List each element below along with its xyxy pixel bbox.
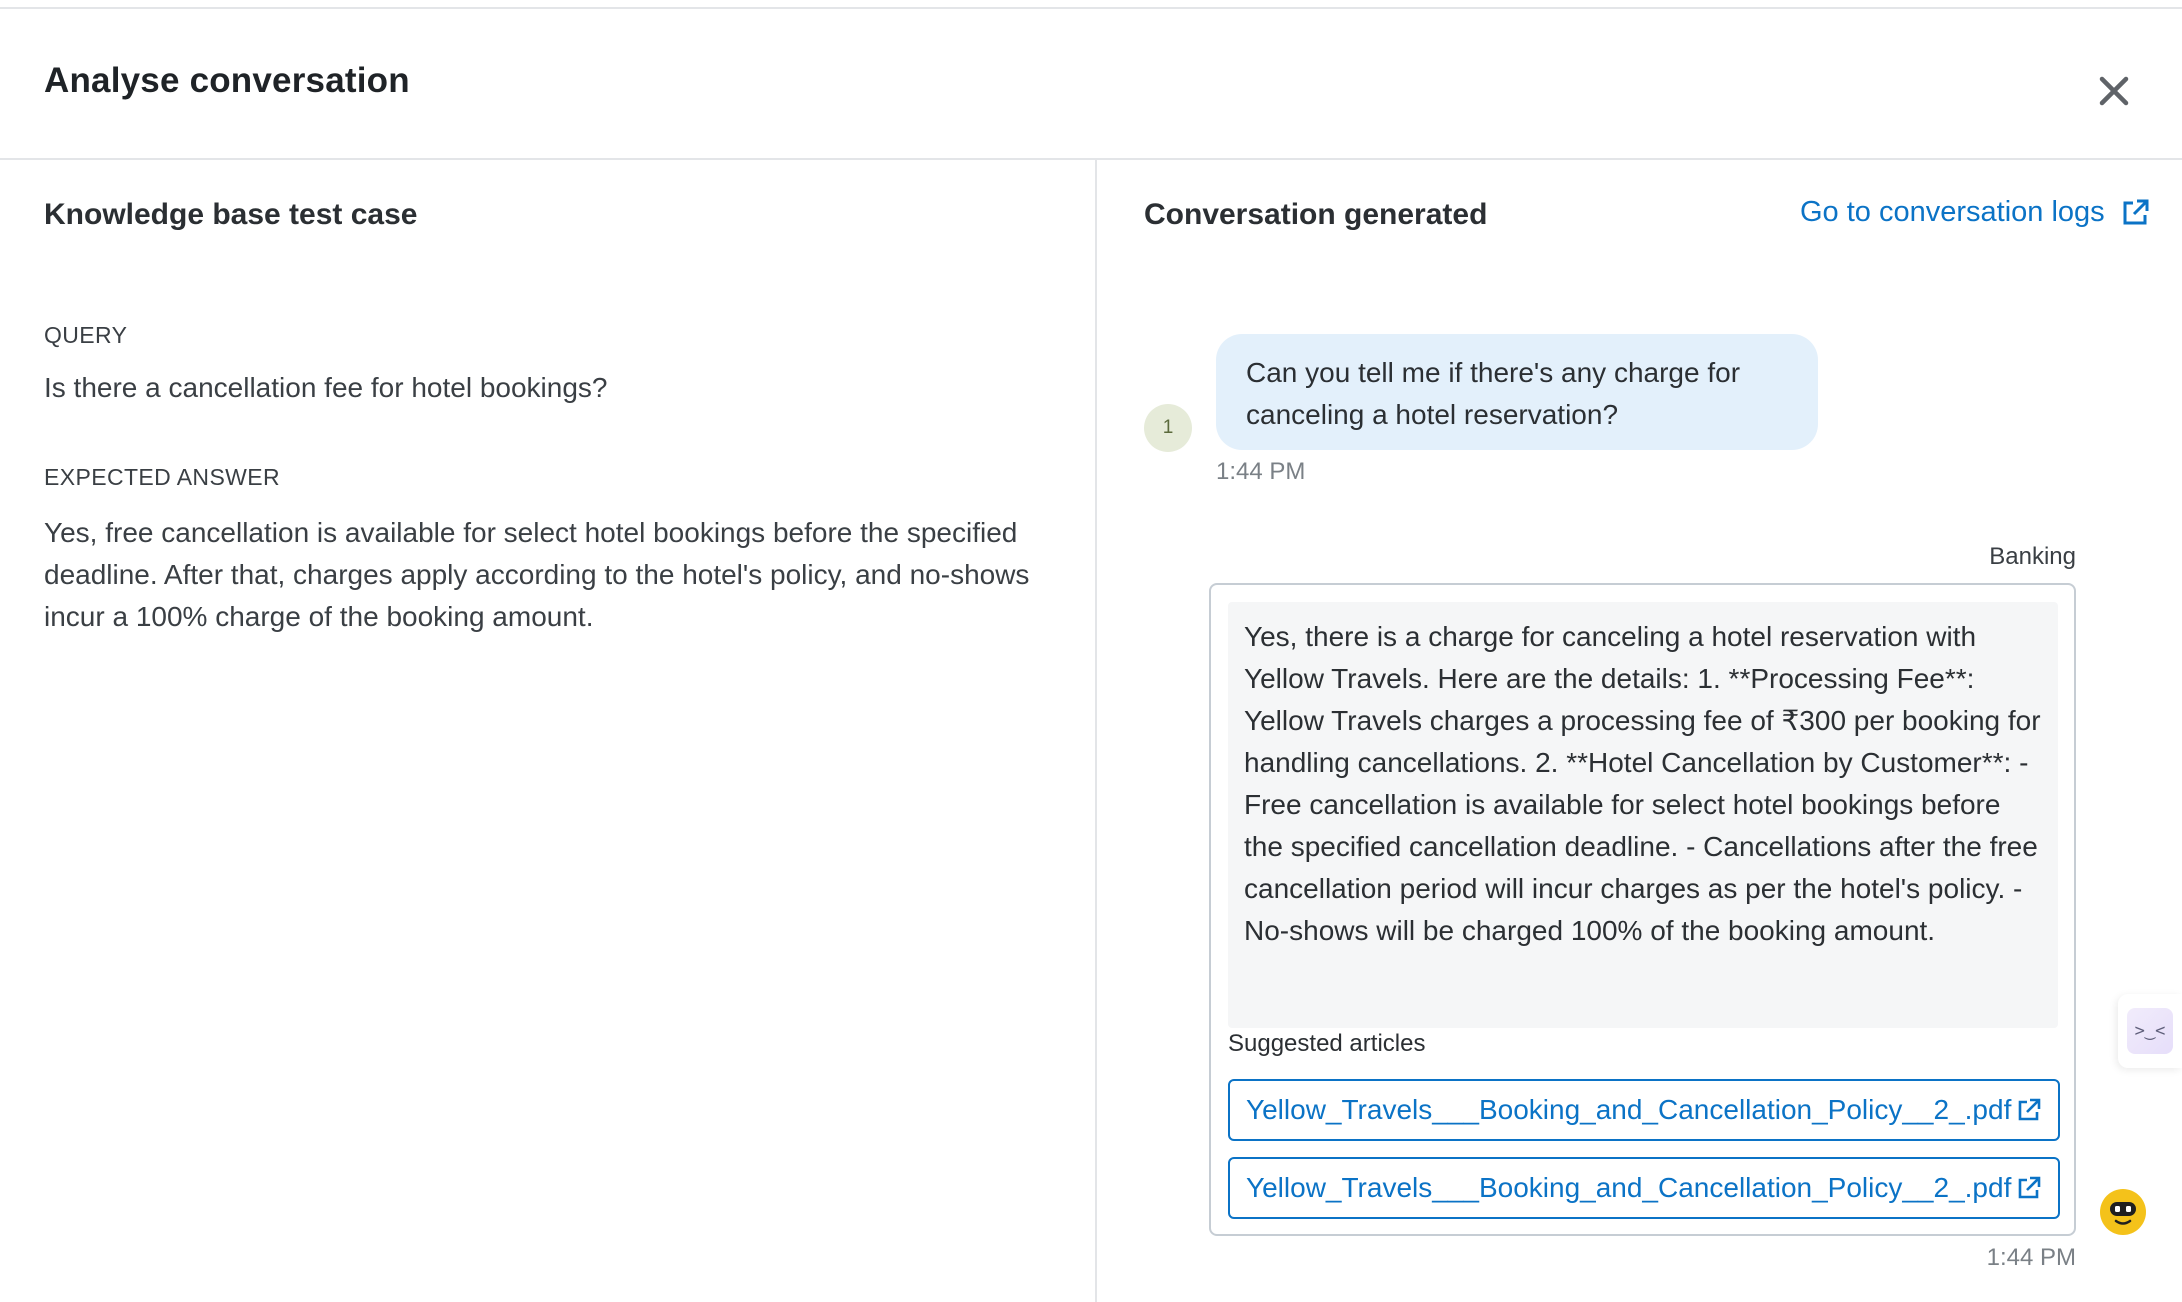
external-link-icon [2123,199,2149,224]
panel-divider [1095,160,1097,1302]
expected-answer-label: EXPECTED ANSWER [44,464,281,490]
suggested-article-link[interactable]: Yellow_Travels___Booking_and_Cancellatio… [1228,1157,2060,1219]
bot-message-card: Yes, there is a charge for canceling a h… [1209,583,2076,1236]
conversation-logs-link-label: Go to conversation logs [1800,196,2105,228]
conversation-title: Conversation generated [1144,198,1488,231]
bot-message-text: Yes, there is a charge for canceling a h… [1228,602,2058,1028]
suggested-article-title: Yellow_Travels___Booking_and_Cancellatio… [1246,1172,2012,1203]
user-avatar: 1 [1144,404,1192,452]
bot-message-time: 1:44 PM [1986,1244,2076,1271]
query-label: QUERY [44,322,128,348]
user-message-bubble: Can you tell me if there's any charge fo… [1216,334,1818,450]
assistant-side-tab[interactable]: >‿< [2118,994,2182,1068]
close-icon [2099,76,2129,106]
modal-title: Analyse conversation [44,61,410,100]
suggested-article-title: Yellow_Travels___Booking_and_Cancellatio… [1246,1094,2012,1125]
assistant-face-icon: >‿< [2127,1008,2173,1054]
bot-avatar-button[interactable] [2099,1188,2147,1236]
query-text: Is there a cancellation fee for hotel bo… [44,372,608,403]
user-message-time: 1:44 PM [1216,458,1306,485]
top-rule [0,0,2182,9]
close-button[interactable] [2092,69,2136,113]
conversation-logs-link[interactable]: Go to conversation logs [1800,196,2151,229]
external-link-icon [2015,1096,2043,1124]
external-link-icon [2015,1174,2043,1202]
suggested-article-link[interactable]: Yellow_Travels___Booking_and_Cancellatio… [1228,1079,2060,1141]
expected-answer-text: Yes, free cancellation is available for … [44,517,1030,632]
bot-avatar-icon [2100,1189,2146,1235]
bot-name: Banking [1989,543,2076,570]
suggested-articles-label: Suggested articles [1228,1030,1426,1057]
modal-header: Analyse conversation [0,9,2182,160]
test-case-title: Knowledge base test case [44,198,418,231]
